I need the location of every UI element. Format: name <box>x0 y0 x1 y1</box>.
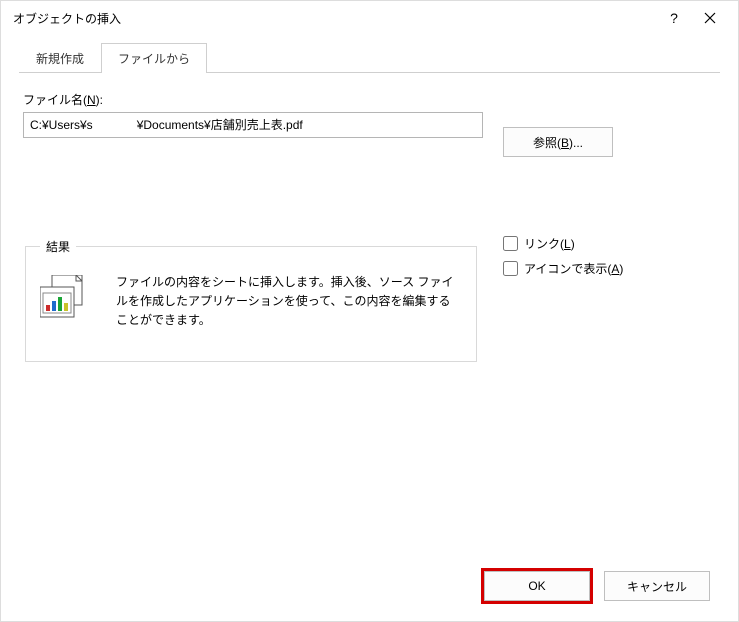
filename-label: ファイル名(N): <box>23 91 483 108</box>
result-groupbox: 結果 ファイルの内容をシートに挿 <box>25 238 477 362</box>
result-description: ファイルの内容をシートに挿入します。挿入後、ソース ファイルを作成したアプリケー… <box>116 273 462 331</box>
close-icon <box>704 12 716 24</box>
link-checkbox[interactable] <box>503 236 518 251</box>
link-checkbox-row[interactable]: リンク(L) <box>503 235 716 252</box>
cancel-button[interactable]: キャンセル <box>604 571 710 601</box>
titlebar: オブジェクトの挿入 ? <box>1 1 738 35</box>
result-inner: ファイルの内容をシートに挿入します。挿入後、ソース ファイルを作成したアプリケー… <box>40 273 462 331</box>
insert-object-dialog: オブジェクトの挿入 ? 新規作成 ファイルから ファイル名(N): C:¥Use… <box>0 0 739 622</box>
ok-button[interactable]: OK <box>484 571 590 601</box>
dialog-button-row: OK キャンセル <box>1 565 738 621</box>
result-legend: 結果 <box>40 238 76 255</box>
right-column: 参照(B)... リンク(L) アイコンで表示(A) <box>503 91 716 285</box>
filename-value-pre: C:¥Users¥s <box>30 118 93 132</box>
display-as-icon-label: アイコンで表示(A) <box>524 260 623 277</box>
tab-label: ファイルから <box>118 52 190 66</box>
tab-create-new[interactable]: 新規作成 <box>19 43 101 73</box>
tab-label: 新規作成 <box>36 52 84 66</box>
display-as-icon-checkbox-row[interactable]: アイコンで表示(A) <box>503 260 716 277</box>
close-button[interactable] <box>692 4 728 32</box>
tab-strip: 新規作成 ファイルから <box>19 43 720 73</box>
tab-body: ファイル名(N): C:¥Users¥s ¥Documents¥店舗別売上表.pd… <box>19 73 720 366</box>
browse-button[interactable]: 参照(B)... <box>503 127 613 157</box>
filename-value-post: ¥Documents¥店舗別売上表.pdf <box>137 118 303 132</box>
filename-input[interactable]: C:¥Users¥s ¥Documents¥店舗別売上表.pdf <box>23 112 483 138</box>
options-group: リンク(L) アイコンで表示(A) <box>503 235 716 277</box>
tab-from-file[interactable]: ファイルから <box>101 43 207 73</box>
embedded-object-icon <box>40 275 94 319</box>
display-as-icon-checkbox[interactable] <box>503 261 518 276</box>
left-column: ファイル名(N): C:¥Users¥s ¥Documents¥店舗別売上表.pd… <box>23 91 483 362</box>
dialog-title: オブジェクトの挿入 <box>13 10 656 27</box>
dialog-content: 新規作成 ファイルから ファイル名(N): C:¥Users¥s ¥Documen… <box>1 35 738 565</box>
help-button[interactable]: ? <box>656 4 692 32</box>
link-label: リンク(L) <box>524 235 575 252</box>
